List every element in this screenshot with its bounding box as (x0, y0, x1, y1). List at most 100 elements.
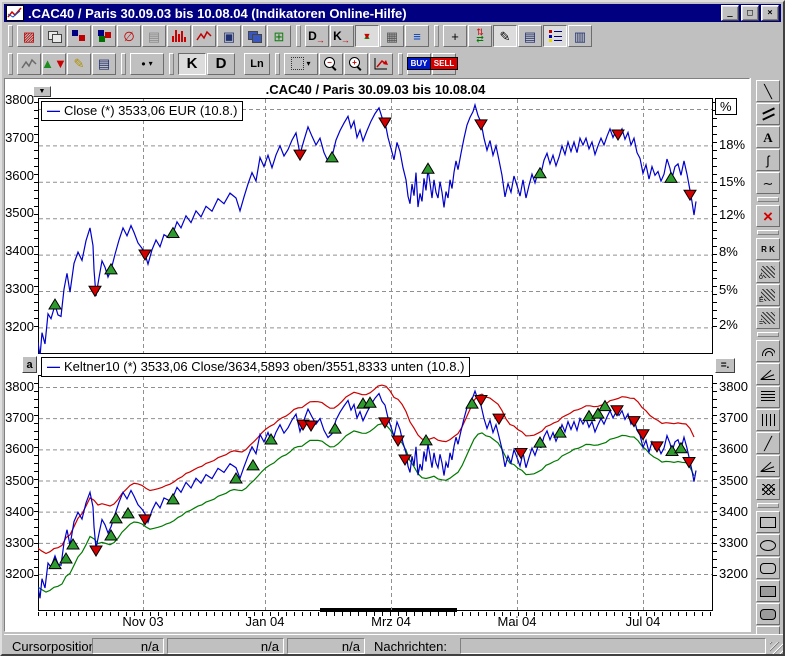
signals-triangles-icon[interactable]: ▲ ▼ (41, 52, 67, 75)
copy-pages-icon[interactable] (42, 25, 66, 47)
maximize-button[interactable]: □ (741, 5, 759, 21)
text-tool[interactable]: A (756, 126, 780, 148)
zoom-in-icon[interactable]: + (344, 52, 368, 75)
price-panel[interactable] (38, 98, 713, 354)
hatch-tool-eq[interactable]: = (756, 307, 780, 329)
zoom-out-icon[interactable]: − (319, 52, 343, 75)
indicator-k-icon[interactable]: K→ (330, 25, 354, 47)
vertical-grid-tool[interactable] (756, 409, 780, 431)
line-chart-icon[interactable] (192, 25, 216, 47)
resize-grip[interactable] (770, 642, 783, 654)
close-line (38, 389, 697, 599)
selection-dropdown[interactable]: ▾ (284, 52, 318, 75)
horizontal-grid-tool[interactable] (756, 386, 780, 408)
text-tool-glyph: A (763, 129, 773, 145)
legend-list-icon-glyph (548, 39, 552, 42)
close-legend-swatch: — (47, 103, 60, 118)
kurs-button[interactable]: K (178, 52, 206, 75)
rounded-rect-tool[interactable] (756, 557, 780, 579)
presentation-icon-glyph: ▣ (222, 28, 236, 44)
minimize-button[interactable]: _ (721, 5, 739, 21)
draw-pen-icon[interactable]: ✎ (493, 25, 517, 47)
percent-axis-unit: % (715, 98, 737, 115)
sell-button[interactable]: SELL (429, 52, 459, 75)
buy-signal-marker (419, 433, 433, 446)
speed-fan-tool[interactable] (756, 455, 780, 477)
squiggle-tool[interactable]: ʃ (756, 149, 780, 171)
linked-squares-icon[interactable] (67, 25, 91, 47)
line-width-dropdown[interactable]: • ▾ (130, 52, 164, 75)
no-edit-icon[interactable]: ∅ (117, 25, 141, 47)
differenz-button[interactable]: D (207, 52, 235, 75)
hatch-tool-o[interactable]: ö (756, 261, 780, 283)
crosshatch-tool[interactable] (756, 478, 780, 500)
hatch-tool-e[interactable]: E (756, 284, 780, 306)
toolbar-gripper (8, 52, 13, 75)
fan-tool[interactable] (756, 363, 780, 385)
buy-signal-marker (109, 511, 123, 524)
hatch-tool-e-glyph: E (759, 297, 764, 304)
wave-tool[interactable]: ∼ (756, 172, 780, 194)
selection-dropdown-glyph (291, 57, 305, 70)
regression-tool[interactable]: R K (756, 238, 780, 260)
close-line (38, 102, 697, 354)
indicator-d-icon[interactable]: D→ (305, 25, 329, 47)
crosshair-icon[interactable]: + (443, 25, 467, 47)
rectangle-tool[interactable] (756, 511, 780, 533)
presentation-icon[interactable]: ▣ (217, 25, 241, 47)
keltner-legend-swatch: — (47, 359, 60, 374)
ln-button[interactable]: Ln (244, 52, 270, 75)
pencil-icon[interactable]: ✎ (67, 52, 91, 75)
trendline-tool[interactable]: ╲ (756, 80, 780, 102)
keltner-legend[interactable]: — Keltner10 (*) 3533,06 Close/3634,5893 o… (41, 357, 471, 377)
keltner-panel[interactable] (38, 375, 713, 611)
histogram-icon-glyph (174, 30, 177, 42)
linked-squares-icon-glyph (72, 30, 78, 36)
chart-area: .CAC40 / Paris 30.09.03 bis 10.08.04 ▼ 380… (4, 78, 750, 632)
price-tick-label: 3400 (5, 503, 34, 519)
properties-icon[interactable]: ▤ (92, 52, 116, 75)
buy-button[interactable]: BUY (406, 52, 432, 75)
grid-chart-icon[interactable]: ▦ (380, 25, 404, 47)
properties-icon-glyph: ▤ (97, 56, 111, 71)
app-window: .CAC40 / Paris 30.09.03 bis 10.08.04 (In… (0, 0, 785, 656)
parallel-lines-tool[interactable] (756, 103, 780, 125)
zoom-out-icon-glyph: − (324, 56, 338, 71)
move-arrows-icon[interactable]: ⇅ ⇄ (468, 25, 492, 47)
price-tick-label: 3800 (5, 379, 34, 394)
close-legend[interactable]: — Close (*) 3533,06 EUR (10.8.) (41, 101, 244, 121)
hierarchy-squares-icon[interactable] (92, 25, 116, 47)
selection-dropdown-glyph: ▾ (306, 59, 311, 68)
table-grid-icon[interactable]: ▤ (142, 25, 166, 47)
sell-signal-marker (474, 119, 488, 131)
cascade-windows-icon[interactable] (242, 25, 266, 47)
sell-button-glyph: SELL (429, 57, 459, 70)
new-chart-icon[interactable]: ▨ (17, 25, 41, 47)
levels-icon[interactable]: ≡ (405, 25, 429, 47)
buy-signal-marker (104, 529, 118, 541)
filled-rounded-rect-tool[interactable] (756, 603, 780, 625)
x-axis-label: Jan 04 (245, 614, 285, 629)
layout-table-icon[interactable]: ▥ (568, 25, 592, 47)
arcs-tool[interactable] (756, 340, 780, 362)
zigzag-analysis-icon-glyph (21, 58, 37, 68)
filled-rect-tool[interactable] (756, 580, 780, 602)
title-bar[interactable]: .CAC40 / Paris 30.09.03 bis 10.08.04 (In… (4, 4, 781, 22)
ellipse-tool[interactable] (756, 534, 780, 556)
signals-icon[interactable]: ▲ ▼ (355, 25, 379, 47)
text-note-icon[interactable]: ▤ (518, 25, 542, 47)
grid-chart-icon-glyph: ▦ (385, 28, 399, 44)
scale-chart-icon[interactable] (369, 52, 393, 75)
refresh-chart-icon[interactable]: ⊞ (267, 25, 291, 47)
zigzag-analysis-icon[interactable] (17, 52, 41, 75)
signals-triangles-icon-glyph: ▲ (41, 56, 54, 71)
keltner-properties-button[interactable]: =. (715, 358, 735, 373)
delete-drawing-tool[interactable]: × (756, 205, 780, 227)
layout-table-icon-glyph: ▥ (573, 28, 587, 44)
diagonal-line-tool[interactable]: ╱ (756, 432, 780, 454)
close-button[interactable]: × (761, 5, 779, 21)
legend-list-icon[interactable] (543, 25, 567, 47)
panel-a-button[interactable]: a (22, 356, 37, 373)
histogram-icon[interactable] (167, 25, 191, 47)
panel-collapse-button[interactable]: ▼ (33, 86, 51, 97)
